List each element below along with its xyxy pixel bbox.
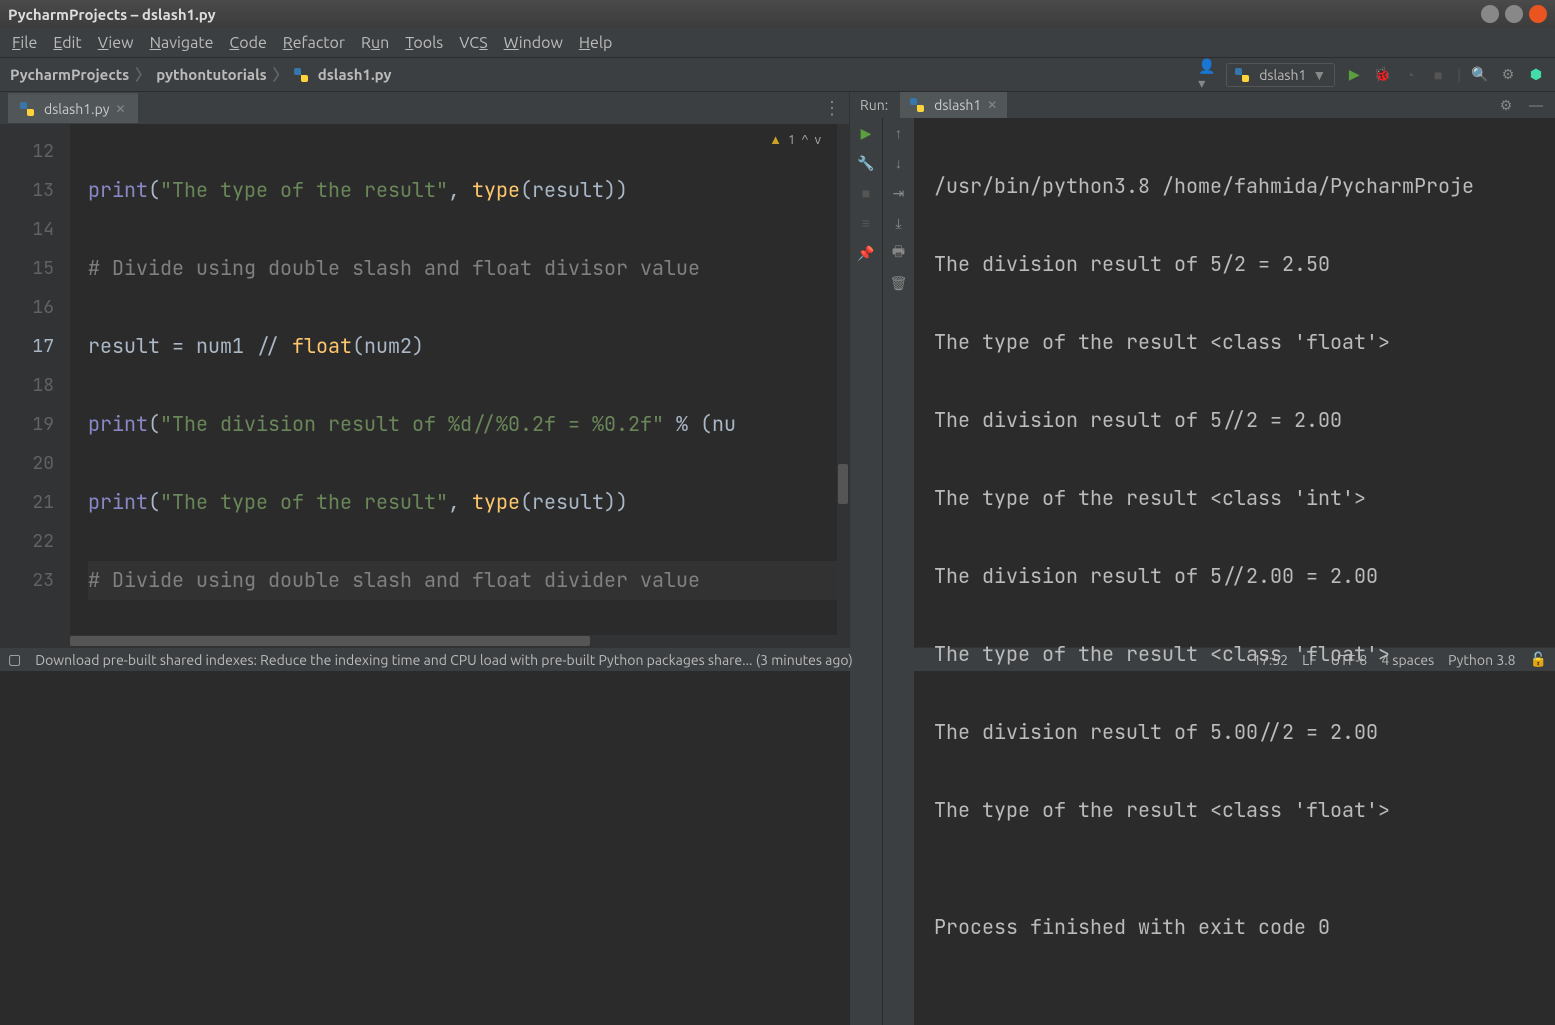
status-python[interactable]: Python 3.8	[1448, 652, 1515, 668]
window-minimize-button[interactable]	[1481, 5, 1499, 23]
collapse-up-icon[interactable]: ^	[801, 133, 808, 147]
window-title: PycharmProjects – dslash1.py	[8, 6, 216, 23]
menu-file[interactable]: File	[6, 30, 43, 56]
menubar: File Edit View Navigate Code Refactor Ru…	[0, 28, 1555, 58]
menu-refactor[interactable]: Refactor	[277, 30, 351, 56]
down-arrow-icon[interactable]: ↓	[890, 154, 908, 172]
status-indent[interactable]: 4 spaces	[1381, 652, 1434, 668]
print-icon[interactable]: 🖶	[890, 244, 908, 262]
status-line-sep[interactable]: LF	[1302, 652, 1317, 668]
warning-icon: ▲	[769, 132, 782, 147]
debug-button[interactable]: 🐞	[1373, 66, 1391, 84]
menu-view[interactable]: View	[92, 30, 140, 56]
run-toolbar-left: ▶ 🔧 ■ ≡ 📌	[850, 118, 882, 1025]
menu-edit[interactable]: Edit	[47, 30, 87, 56]
chevron-down-icon: ▼	[1312, 67, 1326, 83]
run-configuration-selector[interactable]: dslash1 ▼	[1226, 63, 1335, 87]
navigation-bar: PycharmProjects 〉 pythontutorials 〉 dsla…	[0, 58, 1555, 92]
gear-icon[interactable]: ⚙	[1497, 96, 1515, 114]
menu-code[interactable]: Code	[223, 30, 272, 56]
edit-config-icon[interactable]: 🔧	[857, 154, 875, 172]
editor-pane: dslash1.py ✕ ⋮ 121314 151617 181920 2122…	[0, 92, 850, 647]
editor-scrollbar-horizontal[interactable]	[70, 635, 837, 647]
settings-icon[interactable]: ⚙	[1499, 66, 1517, 84]
code-content[interactable]: print("The type of the result", type(res…	[70, 124, 849, 647]
dump-threads-icon[interactable]: ≡	[857, 214, 875, 232]
status-message[interactable]: Download pre-built shared indexes: Reduc…	[35, 652, 853, 668]
rerun-button[interactable]: ▶	[857, 124, 875, 142]
menu-navigate[interactable]: Navigate	[144, 30, 220, 56]
window-close-button[interactable]	[1529, 5, 1547, 23]
menu-run[interactable]: Run	[355, 30, 395, 56]
lock-icon[interactable]: 🔓	[1530, 651, 1547, 668]
breadcrumb-folder[interactable]: pythontutorials	[156, 66, 266, 83]
line-gutter: 121314 151617 181920 212223	[0, 124, 70, 647]
menu-window[interactable]: Window	[498, 30, 569, 56]
run-toolbar-right: ↑ ↓ ⇥ ⤓ 🖶 🗑	[882, 118, 914, 1025]
editor-tabs: dslash1.py ✕ ⋮	[0, 92, 849, 124]
python-file-icon	[294, 68, 308, 82]
coverage-button[interactable]: ◔	[1401, 66, 1419, 84]
status-time[interactable]: 17:52	[1253, 652, 1288, 668]
status-encoding[interactable]: UTF-8	[1331, 652, 1368, 668]
scroll-end-icon[interactable]: ⤓	[890, 214, 908, 232]
breadcrumb-sep: 〉	[135, 64, 150, 85]
inspection-badge[interactable]: ▲ 1 ^ v	[769, 132, 821, 147]
run-tab-dslash1[interactable]: dslash1 ✕	[900, 92, 1007, 118]
python-file-icon	[20, 102, 34, 116]
python-icon	[1235, 68, 1249, 82]
up-arrow-icon[interactable]: ↑	[890, 124, 908, 142]
breadcrumb-project[interactable]: PycharmProjects	[10, 66, 129, 83]
run-panel-header: Run: dslash1 ✕ ⚙ —	[850, 92, 1555, 118]
shield-icon[interactable]: ⬢	[1527, 66, 1545, 84]
run-button[interactable]: ▶	[1345, 66, 1363, 84]
run-label: Run:	[860, 97, 888, 113]
run-tab-label: dslash1	[934, 97, 981, 113]
close-icon[interactable]: ✕	[987, 98, 997, 112]
tab-overflow-icon[interactable]: ⋮	[823, 98, 841, 119]
stop-button[interactable]: ■	[1429, 66, 1447, 84]
editor-tab-dslash1[interactable]: dslash1.py ✕	[8, 93, 138, 123]
window-maximize-button[interactable]	[1505, 5, 1523, 23]
trash-icon[interactable]: 🗑	[890, 274, 908, 292]
tab-label: dslash1.py	[44, 101, 109, 117]
minimize-panel-icon[interactable]: —	[1527, 96, 1545, 114]
python-icon	[910, 98, 924, 112]
stop-button[interactable]: ■	[857, 184, 875, 202]
breadcrumb: PycharmProjects 〉 pythontutorials 〉 dsla…	[10, 64, 391, 85]
menu-vcs[interactable]: VCS	[453, 30, 493, 56]
run-config-name: dslash1	[1259, 67, 1306, 83]
run-panel: Run: dslash1 ✕ ⚙ — ▶ 🔧 ■ ≡ 📌 ↑ ↓ ⇥ ⤓	[850, 92, 1555, 647]
search-icon[interactable]: 🔍	[1471, 66, 1489, 84]
breadcrumb-file[interactable]: dslash1.py	[318, 66, 392, 83]
editor-scrollbar-vertical[interactable]	[837, 124, 849, 647]
titlebar: PycharmProjects – dslash1.py	[0, 0, 1555, 28]
menu-tools[interactable]: Tools	[399, 30, 449, 56]
breadcrumb-sep: 〉	[273, 64, 288, 85]
add-user-icon[interactable]: 👤▾	[1198, 66, 1216, 84]
soft-wrap-icon[interactable]: ⇥	[890, 184, 908, 202]
menu-help[interactable]: Help	[573, 30, 619, 56]
close-icon[interactable]: ✕	[115, 102, 125, 116]
run-output[interactable]: /usr/bin/python3.8 /home/fahmida/Pycharm…	[914, 118, 1555, 1025]
tool-window-bars-icon[interactable]: ▢	[8, 651, 21, 668]
code-area[interactable]: 121314 151617 181920 212223 print("The t…	[0, 124, 849, 647]
pin-icon[interactable]: 📌	[857, 244, 875, 262]
collapse-down-icon[interactable]: v	[815, 133, 821, 147]
